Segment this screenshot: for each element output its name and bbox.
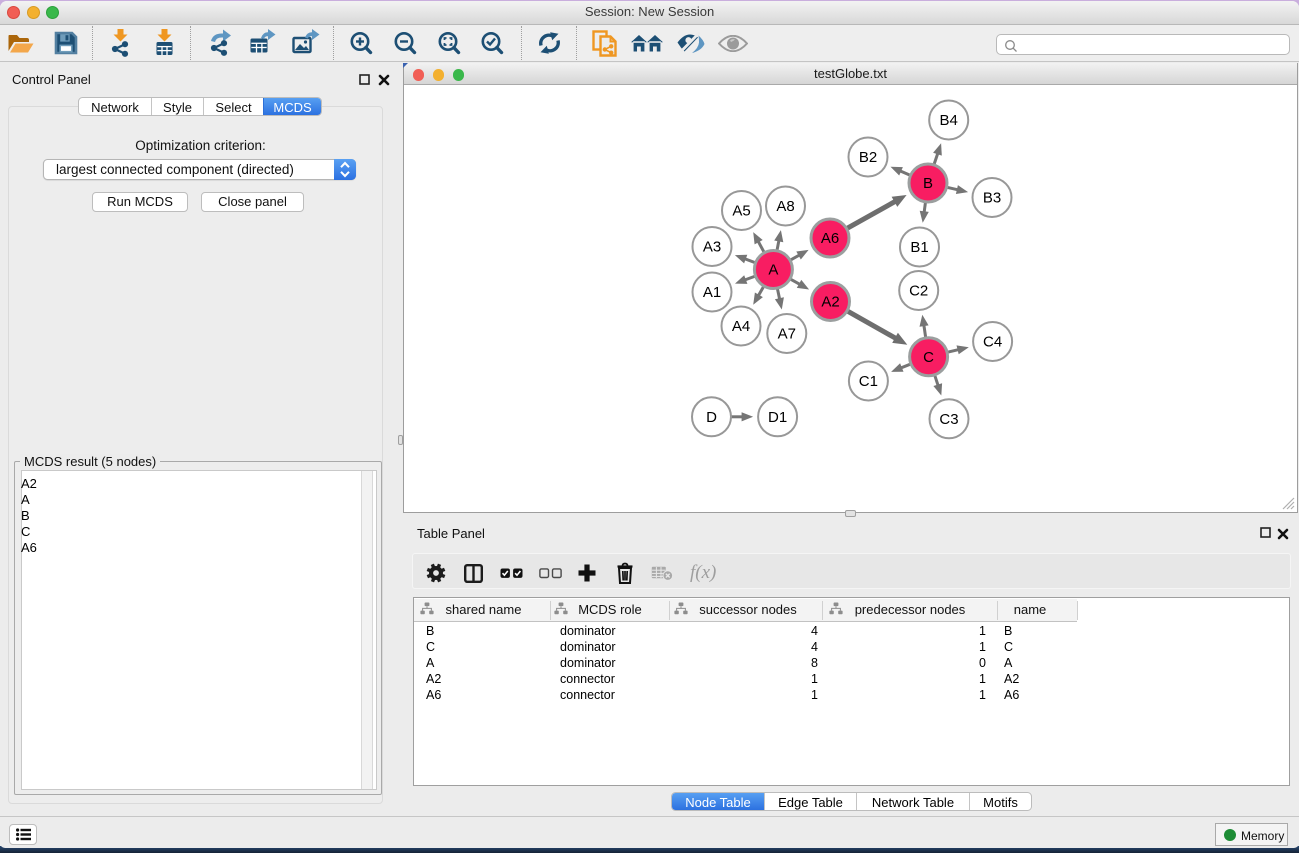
svg-text:A6: A6 bbox=[821, 230, 839, 247]
svg-text:D: D bbox=[706, 409, 717, 426]
svg-text:C: C bbox=[923, 349, 934, 366]
svg-text:A5: A5 bbox=[732, 203, 750, 220]
svg-text:D1: D1 bbox=[768, 409, 787, 426]
svg-text:C4: C4 bbox=[983, 334, 1002, 351]
svg-text:A4: A4 bbox=[732, 318, 750, 335]
svg-text:A1: A1 bbox=[703, 284, 721, 301]
svg-text:C3: C3 bbox=[939, 411, 958, 428]
svg-text:B4: B4 bbox=[940, 112, 958, 129]
svg-text:A: A bbox=[768, 262, 778, 279]
svg-text:C2: C2 bbox=[909, 283, 928, 300]
svg-text:B1: B1 bbox=[910, 239, 928, 256]
svg-text:B3: B3 bbox=[983, 190, 1001, 207]
svg-text:A7: A7 bbox=[778, 326, 796, 343]
svg-text:B: B bbox=[923, 175, 933, 192]
svg-text:C1: C1 bbox=[859, 373, 878, 390]
svg-text:A3: A3 bbox=[703, 239, 721, 256]
svg-text:A2: A2 bbox=[821, 294, 839, 311]
svg-text:B2: B2 bbox=[859, 149, 877, 166]
svg-text:A8: A8 bbox=[776, 198, 794, 215]
